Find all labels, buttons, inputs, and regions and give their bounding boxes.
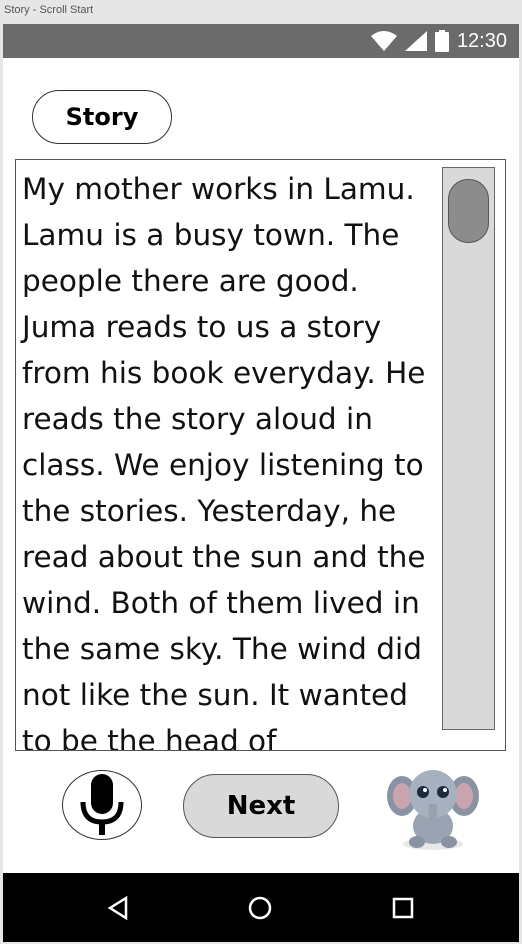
window-title: Story - Scroll Start [4,4,94,16]
next-button[interactable]: Next [183,774,339,838]
nav-back-button[interactable] [93,873,143,942]
home-icon [248,896,272,919]
story-panel: My mother works in Lamu. Lamu is a busy … [15,159,506,751]
status-time: 12:30 [456,29,507,52]
back-icon [107,895,128,920]
tab-story[interactable]: Story [32,90,172,144]
scrollbar-thumb[interactable] [448,179,489,243]
elephant-mascot[interactable] [387,762,479,852]
status-icons: 12:30 [370,24,507,58]
navigation-bar [3,873,519,942]
nav-recents-button[interactable] [378,873,428,942]
phone-screen: 12:30 Story My mother works in Lamu. Lam… [3,24,519,942]
microphone-icon [80,774,124,835]
nav-home-button[interactable] [235,873,285,942]
recents-icon [392,897,414,918]
scrollbar-track[interactable] [442,167,495,730]
microphone-button[interactable] [62,770,142,840]
signal-icon [404,31,427,51]
battery-icon [434,30,449,52]
story-text: My mother works in Lamu. Lamu is a busy … [22,172,426,751]
wifi-icon [370,31,397,51]
status-bar: 12:30 [3,24,519,58]
